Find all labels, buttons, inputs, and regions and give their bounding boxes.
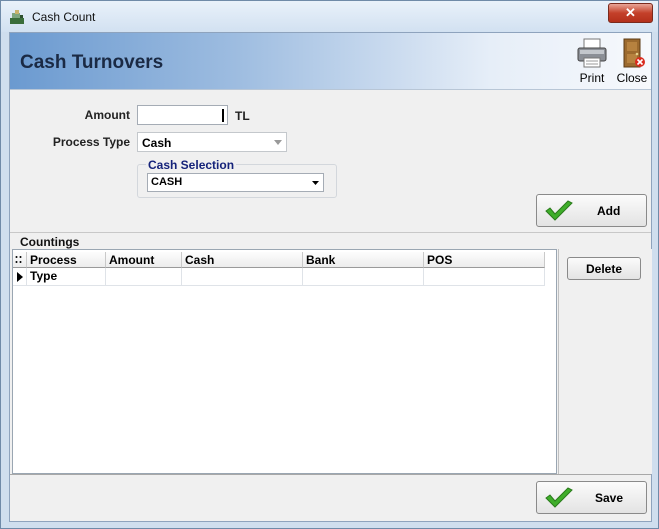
add-button[interactable]: Add — [536, 194, 647, 227]
print-button[interactable]: Print — [573, 37, 611, 85]
section-divider — [10, 232, 651, 233]
door-exit-icon — [623, 38, 645, 68]
client-area: Cash Turnovers Print Close Amount TL Pro… — [9, 32, 652, 522]
process-type-value: Cash — [142, 136, 172, 150]
row-indicator[interactable] — [13, 268, 27, 286]
page-header: Cash Turnovers Print Close — [10, 33, 651, 89]
window-close-button[interactable]: ✕ — [608, 3, 653, 23]
printer-icon — [577, 38, 607, 68]
new-row-cell[interactable] — [182, 268, 303, 286]
chevron-down-icon — [274, 140, 282, 145]
page-title: Cash Turnovers — [20, 52, 164, 73]
countings-grid[interactable]: Process Type Amount Cash Bank POS — [12, 249, 557, 474]
new-row-cell[interactable] — [106, 268, 182, 286]
amount-label: Amount — [84, 108, 130, 122]
cash-register-icon — [10, 10, 24, 24]
cash-selection-value: CASH — [151, 176, 183, 188]
print-label: Print — [579, 71, 605, 85]
currency-label: TL — [235, 109, 250, 123]
delete-label: Delete — [585, 262, 623, 276]
cash-selection-group: Cash Selection CASH — [137, 158, 337, 198]
add-label: Add — [597, 204, 621, 218]
grip-dots-icon — [15, 256, 22, 263]
column-header-bank[interactable]: Bank — [303, 252, 424, 268]
save-label: Save — [595, 491, 624, 505]
green-check-icon — [545, 487, 573, 508]
cash-selection-title: Cash Selection — [146, 158, 237, 172]
column-header-cash[interactable]: Cash — [182, 252, 303, 268]
process-type-combo[interactable]: Cash — [137, 132, 287, 152]
new-row-cell[interactable] — [303, 268, 424, 286]
amount-input[interactable] — [137, 105, 228, 125]
column-header-pos[interactable]: POS — [424, 252, 545, 268]
footer-divider — [10, 474, 651, 475]
column-header-amount[interactable]: Amount — [106, 252, 182, 268]
new-row-cell[interactable] — [27, 268, 106, 286]
cash-count-window: Cash Count ✕ Cash Turnovers Print Close … — [0, 0, 659, 529]
grid-side-panel: Delete — [558, 249, 652, 474]
title-bar[interactable]: Cash Count ✕ — [1, 1, 658, 32]
text-caret — [222, 109, 224, 122]
window-title: Cash Count — [32, 10, 96, 24]
header-divider — [10, 89, 651, 90]
column-header-process-type[interactable]: Process Type — [27, 252, 106, 283]
row-selector-header — [13, 252, 27, 268]
chevron-down-icon — [312, 181, 319, 185]
delete-button[interactable]: Delete — [567, 257, 641, 280]
green-check-icon — [545, 200, 573, 221]
new-row-cell[interactable] — [424, 268, 545, 286]
row-pointer-icon — [17, 272, 23, 282]
save-button[interactable]: Save — [536, 481, 647, 514]
cash-selection-combo[interactable]: CASH — [147, 173, 324, 192]
process-type-label: Process Type — [52, 135, 130, 149]
close-button[interactable]: Close — [613, 37, 651, 85]
close-label: Close — [616, 71, 648, 85]
countings-title: Countings — [20, 235, 80, 249]
